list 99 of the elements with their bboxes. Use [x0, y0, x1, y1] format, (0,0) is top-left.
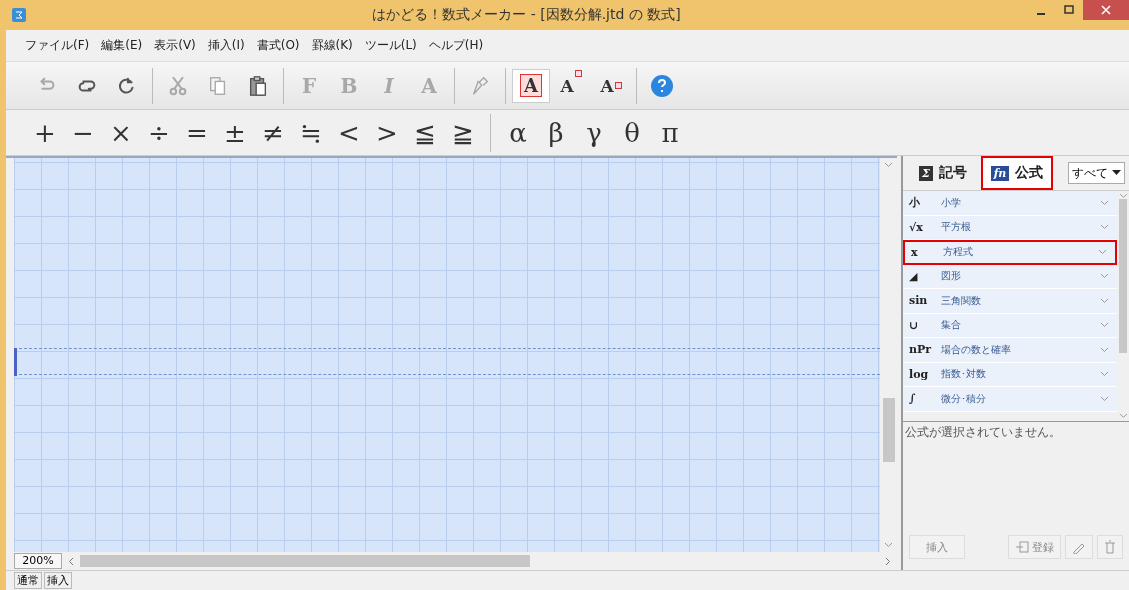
close-icon — [1101, 5, 1111, 15]
symbol-button[interactable]: ≧ — [444, 113, 482, 152]
equation-canvas[interactable] — [14, 158, 880, 552]
expand-icon — [1100, 395, 1109, 402]
trash-icon — [1104, 540, 1116, 554]
panel-tab[interactable]: fn 公式 — [981, 156, 1053, 190]
scrollbar-thumb[interactable] — [80, 555, 530, 567]
expand-icon — [1100, 371, 1109, 378]
symbol-button[interactable]: ≒ — [292, 113, 330, 152]
category-glyph: sin — [909, 294, 929, 308]
category-label: 図形 — [941, 269, 962, 284]
symbol-button[interactable]: π — [651, 113, 689, 152]
category-label: 小学 — [941, 195, 962, 210]
category-label: 平方根 — [941, 220, 972, 235]
category-row[interactable]: ∫ 微分･積分 — [903, 387, 1117, 412]
scrollbar-thumb[interactable] — [882, 398, 895, 462]
scroll-up-icon — [1118, 193, 1128, 199]
menu-item[interactable]: ファイル(F) — [20, 34, 95, 57]
category-glyph: x — [911, 245, 919, 259]
category-label: 微分･積分 — [941, 391, 987, 406]
category-row[interactable]: √x 平方根 — [903, 215, 1117, 240]
category-label: 三角関数 — [941, 293, 982, 308]
symbol-button[interactable]: ≠ — [254, 113, 292, 152]
symbol-button[interactable]: > — [368, 113, 406, 152]
symbol-button[interactable]: ± — [216, 113, 254, 152]
symbol-button[interactable]: α — [499, 113, 537, 152]
category-row[interactable]: nPr 場合の数と確率 — [903, 338, 1117, 363]
category-glyph: nPr — [909, 343, 933, 357]
menu-item[interactable]: 表示(V) — [149, 34, 201, 57]
window-title: はかどる！数式メーカー - [因数分解.jtd の 数式] — [371, 6, 682, 24]
category-glyph: log — [909, 367, 930, 381]
edit-button[interactable] — [1065, 535, 1093, 559]
app-icon — [12, 8, 26, 22]
symbol-button[interactable]: < — [330, 113, 368, 152]
symbol-button[interactable]: + — [26, 113, 64, 152]
category-row[interactable]: log 指数･対数 — [903, 362, 1117, 387]
toolbar-button[interactable]: A — [552, 68, 590, 103]
scroll-up-icon — [884, 162, 893, 168]
category-glyph: ∪ — [909, 318, 920, 332]
delete-button[interactable] — [1097, 535, 1123, 559]
minimize-icon — [1037, 12, 1045, 15]
status-item: 通常 — [14, 572, 42, 589]
category-row[interactable]: ◢ 図形 — [903, 264, 1117, 289]
status-item: 挿入 — [44, 572, 72, 589]
expand-icon — [1100, 273, 1109, 280]
clipboard-icon — [247, 74, 269, 97]
panel-tab[interactable]: Σ 記号 — [907, 156, 979, 190]
scroll-right-icon — [885, 556, 891, 566]
toolbar-button[interactable]: A — [592, 68, 630, 103]
category-row[interactable]: x 方程式 — [903, 240, 1117, 265]
symbol-button[interactable]: − — [64, 113, 102, 152]
scroll-down-icon — [884, 542, 893, 548]
expand-icon — [1100, 199, 1109, 206]
symbol-button[interactable]: θ — [613, 113, 651, 152]
filter-dropdown[interactable]: すべて — [1068, 162, 1125, 184]
expand-icon — [1100, 322, 1109, 329]
expand-icon — [1100, 224, 1109, 231]
zoom-level[interactable]: 200% — [14, 553, 62, 569]
symbol-button[interactable]: ÷ — [140, 113, 178, 152]
scissors-icon — [167, 74, 189, 97]
symbol-button[interactable]: γ — [575, 113, 613, 152]
symbol-button[interactable]: ≦ — [406, 113, 444, 152]
category-label: 場合の数と確率 — [941, 342, 1012, 357]
category-glyph: 小 — [909, 195, 921, 211]
expand-icon — [1098, 249, 1107, 256]
menu-item[interactable]: 挿入(I) — [202, 34, 250, 57]
category-row[interactable]: sin 三角関数 — [903, 289, 1117, 314]
dropdown-arrow-icon — [1112, 170, 1121, 176]
category-row[interactable]: 小 小学 — [903, 191, 1117, 216]
tab-glyph: Σ — [919, 165, 933, 181]
category-row[interactable]: ∪ 集合 — [903, 313, 1117, 338]
toolbar-button[interactable]: A — [512, 68, 550, 103]
register-icon — [1015, 541, 1029, 553]
category-glyph: ∫ — [909, 392, 917, 406]
close-button[interactable] — [1083, 0, 1129, 20]
maximize-icon — [1064, 5, 1074, 15]
menu-item[interactable]: ツール(L) — [359, 34, 422, 57]
symbol-button[interactable]: = — [178, 113, 216, 152]
symbol-button[interactable]: β — [537, 113, 575, 152]
menu-item[interactable]: ヘルプ(H) — [423, 34, 489, 57]
menu-item[interactable]: 編集(E) — [96, 34, 148, 57]
category-label: 方程式 — [943, 245, 974, 260]
scroll-down-icon — [1118, 413, 1128, 419]
help-icon — [650, 73, 674, 98]
category-label: 集合 — [941, 318, 962, 333]
tab-glyph: fn — [990, 165, 1010, 181]
category-glyph: √x — [909, 220, 924, 234]
list-scrollbar[interactable] — [1117, 191, 1129, 421]
category-glyph: ◢ — [909, 269, 919, 283]
category-label: 指数･対数 — [941, 367, 987, 382]
menu-item[interactable]: 罫線(K) — [306, 34, 358, 57]
expand-icon — [1100, 346, 1109, 353]
selection-message: 公式が選択されていません。 — [904, 424, 1062, 441]
menu-item[interactable]: 書式(O) — [251, 34, 305, 57]
scroll-left-icon — [68, 556, 74, 566]
symbol-button[interactable]: × — [102, 113, 140, 152]
scrollbar-thumb[interactable] — [1119, 198, 1127, 354]
expand-icon — [1100, 297, 1109, 304]
text-cursor — [14, 348, 17, 376]
